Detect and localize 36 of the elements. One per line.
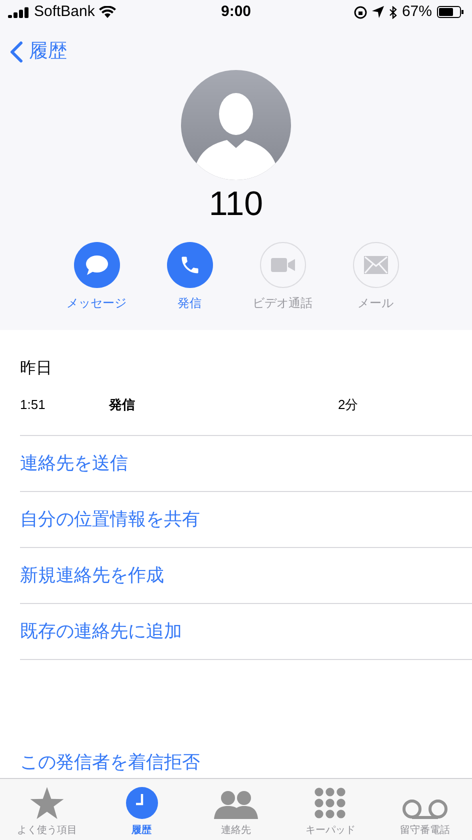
star-icon (30, 787, 64, 819)
call-time: 1:51 (20, 396, 46, 414)
signal-icon (8, 6, 30, 18)
location-arrow-icon (372, 6, 384, 18)
clock-icon (126, 787, 158, 819)
back-button[interactable]: 履歴 (10, 38, 67, 66)
chevron-left-icon (10, 41, 23, 63)
tab-bar-item[interactable]: 連絡先 (188, 779, 284, 840)
rotation-lock-icon (354, 6, 367, 18)
option-link[interactable]: 既存の連絡先に追加 (20, 604, 472, 660)
video-camera-icon (270, 257, 294, 273)
battery-icon (437, 6, 464, 18)
bluetooth-icon (388, 6, 397, 18)
wifi-icon (98, 6, 116, 18)
tab-bar-item[interactable]: キーパッド (283, 779, 378, 840)
voicemail-icon (402, 799, 448, 819)
contact-number: 110 (208, 184, 264, 225)
block-caller-link[interactable]: この発信者を着信拒否 (20, 746, 472, 778)
envelope-icon (364, 256, 388, 274)
call-duration: 2分 (338, 396, 358, 414)
action-button[interactable]: メッセージ (50, 242, 143, 312)
carrier-name: SoftBank (34, 2, 95, 22)
tab-bar-item[interactable]: 履歴 (94, 779, 189, 840)
option-link[interactable]: 連絡先を送信 (20, 436, 472, 492)
keypad-icon (314, 787, 346, 819)
battery-percent: 67% (402, 2, 432, 22)
action-button[interactable]: 発信 (143, 242, 236, 312)
option-link[interactable]: 自分の位置情報を共有 (20, 492, 472, 548)
tab-bar-item[interactable]: よく使う項目 (0, 779, 94, 840)
option-link[interactable]: 新規連絡先を作成 (20, 548, 472, 604)
history-date: 昨日 (20, 359, 53, 379)
tab-bar-item[interactable]: 留守番電話 (378, 779, 472, 840)
speech-bubble-icon (84, 254, 108, 276)
people-icon (214, 789, 258, 819)
call-type: 発信 (109, 396, 136, 414)
status-time: 9:00 (220, 2, 252, 22)
